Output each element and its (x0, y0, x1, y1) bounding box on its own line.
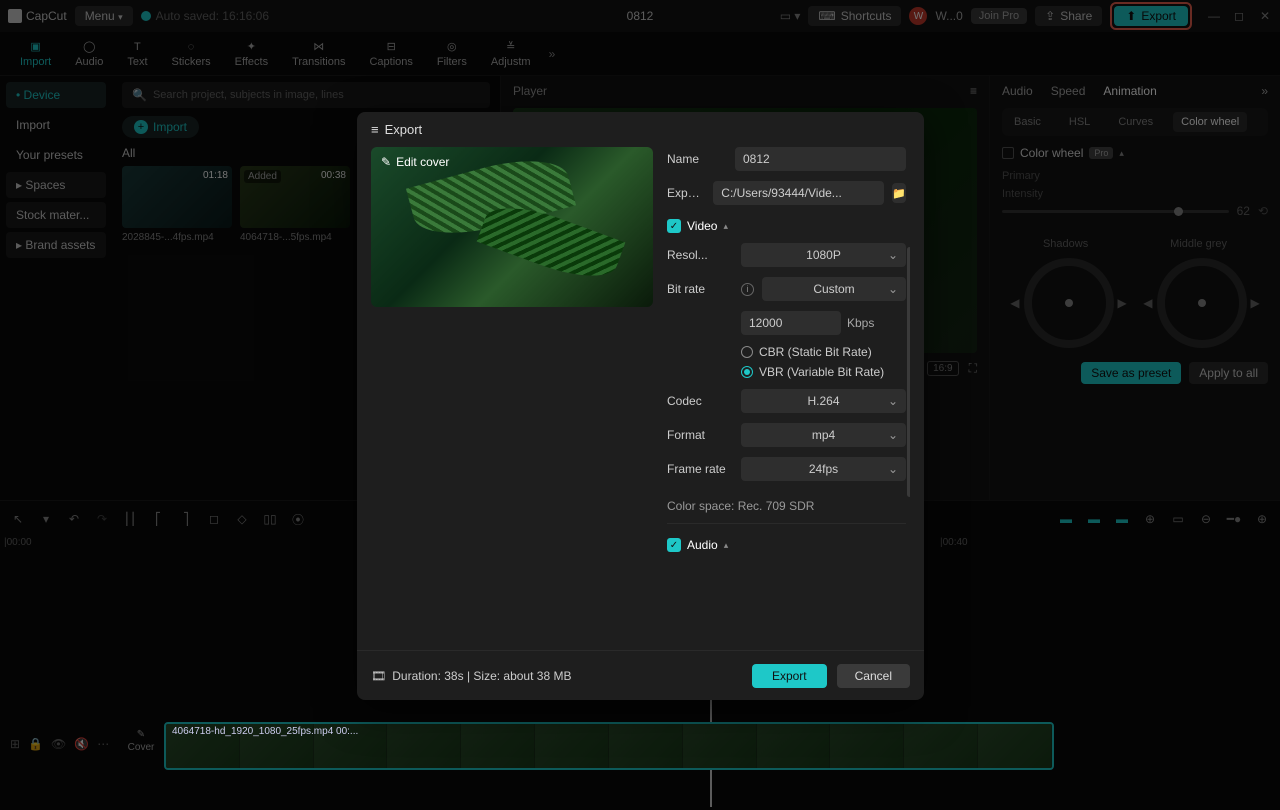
vbr-radio[interactable]: VBR (Variable Bit Rate) (741, 365, 906, 379)
framerate-select[interactable]: 24fps (741, 457, 906, 481)
collapse-icon[interactable]: ▴ (724, 540, 729, 551)
kbps-unit: Kbps (847, 316, 874, 330)
kbps-input[interactable] (741, 311, 841, 335)
exportto-label: Export to (667, 186, 705, 200)
clip-label: 4064718-hd_1920_1080_25fps.mp4 00:... (172, 726, 358, 737)
name-input[interactable] (735, 147, 906, 171)
format-select[interactable]: mp4 (741, 423, 906, 447)
footer-info: Duration: 38s | Size: about 38 MB (392, 669, 571, 683)
modal-title: Export (385, 122, 423, 137)
collapse-icon[interactable]: ▴ (723, 221, 728, 232)
framerate-label: Frame rate (667, 462, 733, 476)
audio-section-label: Audio (687, 538, 718, 552)
radio-icon (741, 346, 753, 358)
bitrate-select[interactable]: Custom (762, 277, 906, 301)
scrollbar[interactable] (907, 247, 910, 497)
bitrate-label: Bit rate (667, 282, 733, 296)
pencil-icon: ✎ (381, 155, 391, 169)
video-checkbox[interactable]: ✓ (667, 219, 681, 233)
cover-preview: ✎ Edit cover (371, 147, 653, 307)
format-label: Format (667, 428, 733, 442)
film-icon: 🎞 (371, 669, 386, 683)
color-space-info: Color space: Rec. 709 SDR (667, 499, 906, 513)
video-section-label: Video (687, 219, 717, 233)
info-icon[interactable]: i (741, 283, 754, 296)
folder-icon[interactable]: 📁 (892, 183, 906, 203)
export-modal: ≡ Export ✎ Edit cover Name Export to 📁 (357, 112, 924, 700)
codec-select[interactable]: H.264 (741, 389, 906, 413)
cancel-button[interactable]: Cancel (837, 664, 910, 688)
edit-cover-button[interactable]: ✎ Edit cover (381, 155, 449, 169)
exportto-input[interactable] (713, 181, 884, 205)
export-confirm-button[interactable]: Export (752, 664, 827, 688)
resolution-label: Resol... (667, 248, 733, 262)
audio-checkbox[interactable]: ✓ (667, 538, 681, 552)
radio-icon (741, 366, 753, 378)
modal-header-icon: ≡ (371, 122, 379, 137)
codec-label: Codec (667, 394, 733, 408)
name-label: Name (667, 152, 727, 166)
resolution-select[interactable]: 1080P (741, 243, 906, 267)
cbr-radio[interactable]: CBR (Static Bit Rate) (741, 345, 906, 359)
